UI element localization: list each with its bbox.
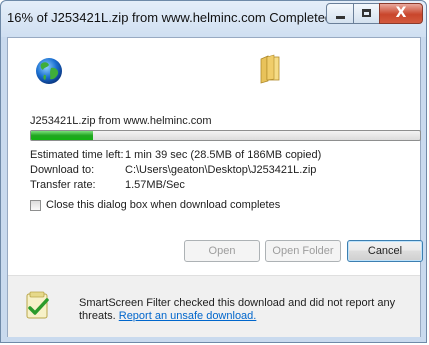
report-unsafe-download-link[interactable]: Report an unsafe download. bbox=[119, 310, 257, 322]
open-folder-button[interactable]: Open Folder bbox=[265, 240, 341, 262]
maximize-icon bbox=[362, 9, 371, 17]
window-title: 16% of J253421L.zip from www.helminc.com… bbox=[7, 10, 333, 25]
progress-fill bbox=[31, 131, 94, 140]
download-source: J253421L.zip from www.helminc.com bbox=[30, 115, 212, 127]
download-to-label: Download to: bbox=[30, 164, 95, 176]
download-to-value: C:\Users\geaton\Desktop\J253421L.zip bbox=[125, 164, 317, 176]
close-button[interactable]: X bbox=[379, 3, 423, 24]
dialog-body: J253421L.zip from www.helminc.com Estima… bbox=[7, 37, 423, 337]
download-dialog-window: 16% of J253421L.zip from www.helminc.com… bbox=[0, 0, 427, 343]
smartscreen-check-icon bbox=[26, 291, 49, 319]
smartscreen-footer: SmartScreen Filter checked this download… bbox=[8, 275, 420, 337]
close-on-complete-checkbox[interactable] bbox=[30, 200, 41, 211]
cancel-button[interactable]: Cancel bbox=[347, 240, 423, 262]
time-left-value: 1 min 39 sec (28.5MB of 186MB copied) bbox=[125, 149, 322, 161]
time-left-label: Estimated time left: bbox=[30, 149, 124, 161]
maximize-button[interactable] bbox=[353, 3, 380, 24]
folder-icon bbox=[260, 54, 280, 84]
globe-icon bbox=[36, 58, 62, 84]
transfer-rate-label: Transfer rate: bbox=[30, 179, 96, 191]
close-on-complete-label[interactable]: Close this dialog box when download comp… bbox=[46, 199, 280, 211]
transfer-rate-value: 1.57MB/Sec bbox=[125, 179, 185, 191]
open-button[interactable]: Open bbox=[184, 240, 260, 262]
minimize-button[interactable] bbox=[326, 3, 354, 24]
close-icon: X bbox=[395, 5, 407, 21]
title-bar[interactable]: 16% of J253421L.zip from www.helminc.com… bbox=[1, 1, 426, 37]
window-controls: X bbox=[326, 3, 424, 25]
minimize-icon bbox=[336, 16, 345, 19]
smartscreen-message: SmartScreen Filter checked this download… bbox=[79, 297, 409, 323]
download-progress-bar bbox=[30, 130, 421, 141]
